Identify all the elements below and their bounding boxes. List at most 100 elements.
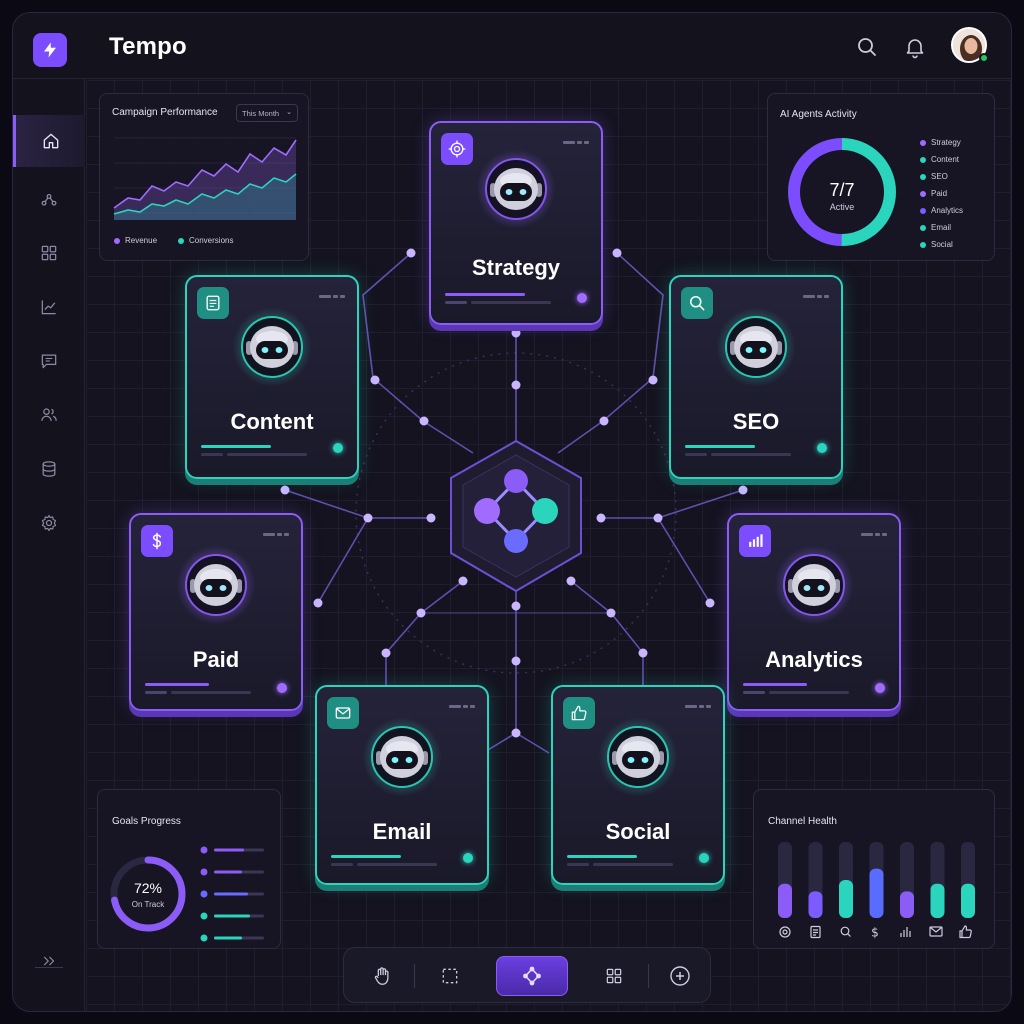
- dollar-icon: $: [871, 926, 879, 940]
- card-menu[interactable]: [319, 295, 345, 298]
- legend-analytics: Analytics: [920, 206, 963, 215]
- connect-tool-button[interactable]: [496, 956, 568, 996]
- progress-track: [471, 301, 551, 304]
- progress-bar: [445, 293, 525, 296]
- agent-card-paid[interactable]: Paid: [129, 513, 303, 711]
- robot-avatar: [598, 717, 678, 797]
- goals-progress-panel: Goals Progress 72% On Track: [97, 789, 281, 949]
- agent-label: Content: [230, 409, 314, 434]
- period-select[interactable]: This Month ⌄: [236, 104, 298, 122]
- network-icon: [523, 966, 541, 986]
- campaign-performance-panel: Campaign Performance This Month ⌄ Revenu…: [99, 93, 309, 261]
- agent-label: Social: [605, 819, 671, 844]
- dollar-icon: [152, 532, 162, 550]
- status-dot: [277, 683, 287, 693]
- status-dot: [699, 853, 709, 863]
- progress-track: [567, 863, 589, 866]
- card-menu[interactable]: [685, 705, 711, 708]
- agent-card-seo[interactable]: SEO: [669, 275, 843, 479]
- status-dot: [817, 443, 827, 453]
- channel-health-panel: Channel Health $: [753, 789, 995, 949]
- target-icon: [448, 140, 466, 158]
- agent-card-email[interactable]: Email: [315, 685, 489, 885]
- legend-paid: Paid: [920, 189, 947, 198]
- robot-avatar: [774, 545, 854, 625]
- channel-bar: [778, 883, 792, 918]
- legend-social: Social: [920, 240, 953, 249]
- agent-label: Paid: [192, 647, 240, 672]
- agent-card-social[interactable]: Social: [551, 685, 725, 885]
- progress-bar: [685, 445, 755, 448]
- active-agents-count: 7/7: [829, 180, 855, 200]
- legend-revenue: Revenue: [114, 236, 157, 245]
- central-hub[interactable]: [431, 433, 601, 603]
- agent-card-content[interactable]: Content: [185, 275, 359, 479]
- legend-conversions: Conversions: [178, 236, 233, 245]
- progress-track: [227, 453, 307, 456]
- progress-track: [171, 691, 251, 694]
- pan-tool-button[interactable]: [346, 956, 418, 996]
- plus-circle-icon: [670, 966, 690, 986]
- progress-bar: [145, 683, 209, 686]
- status-dot: [333, 443, 343, 453]
- agent-label: Analytics: [765, 647, 863, 672]
- card-menu[interactable]: [449, 705, 475, 708]
- panel-title: Goals Progress: [112, 816, 181, 827]
- progress-track: [445, 301, 467, 304]
- agent-label: Email: [372, 819, 432, 844]
- legend-content: Content: [920, 155, 959, 164]
- panel-title: Channel Health: [768, 816, 837, 827]
- agent-label: SEO: [732, 409, 780, 434]
- card-menu[interactable]: [263, 533, 289, 536]
- performance-line-chart: [113, 137, 297, 220]
- progress-track: [769, 691, 849, 694]
- robot-avatar: [362, 717, 442, 797]
- progress-track: [711, 453, 791, 456]
- progress-track: [201, 453, 223, 456]
- goals-percent: 72%: [133, 880, 163, 896]
- hand-icon: [374, 967, 389, 985]
- card-menu[interactable]: [861, 533, 887, 536]
- goals-status: On Track: [131, 900, 165, 909]
- bar-chart-icon: [749, 534, 763, 547]
- target-icon: [779, 926, 791, 938]
- progress-bar: [331, 855, 401, 858]
- agent-card-strategy[interactable]: Strategy: [429, 121, 603, 325]
- legend-seo: SEO: [920, 172, 948, 181]
- channel-bar: [869, 868, 884, 918]
- channel-bar: [839, 880, 853, 918]
- card-menu[interactable]: [803, 295, 829, 298]
- card-menu[interactable]: [563, 141, 589, 144]
- agent-badge: [441, 133, 473, 165]
- canvas-toolbar: [343, 947, 711, 1003]
- progress-track: [743, 691, 765, 694]
- agent-badge: [739, 525, 771, 557]
- progress-bar: [201, 445, 271, 448]
- status-dot: [577, 293, 587, 303]
- progress-bar: [743, 683, 807, 686]
- panel-title: AI Agents Activity: [780, 109, 857, 120]
- progress-track: [331, 863, 353, 866]
- grid-icon: [606, 968, 622, 984]
- agent-badge: [563, 697, 595, 729]
- app-window: Tempo Campaign Performance This Month ⌄ …: [12, 12, 1012, 1012]
- agent-card-analytics[interactable]: Analytics: [727, 513, 901, 711]
- agent-badge: [681, 287, 713, 319]
- progress-track: [593, 863, 673, 866]
- legend-email: Email: [920, 223, 951, 232]
- active-agents-label: Active: [829, 202, 855, 212]
- add-node-button[interactable]: [644, 956, 716, 996]
- robot-avatar: [232, 307, 312, 387]
- panel-title: Campaign Performance: [112, 107, 218, 118]
- ai-agents-activity-panel: AI Agents Activity 7/7 Active Strategy C…: [767, 93, 995, 261]
- goals-list: [200, 846, 264, 942]
- robot-avatar: [476, 149, 556, 229]
- select-tool-button[interactable]: [414, 956, 486, 996]
- chevron-down-icon: ⌄: [286, 109, 292, 116]
- channel-icons: $: [779, 925, 972, 940]
- grid-view-button[interactable]: [578, 956, 650, 996]
- channel-bar: [930, 883, 945, 918]
- robot-avatar: [716, 307, 796, 387]
- agent-badge: [141, 525, 173, 557]
- search-icon: [690, 296, 705, 311]
